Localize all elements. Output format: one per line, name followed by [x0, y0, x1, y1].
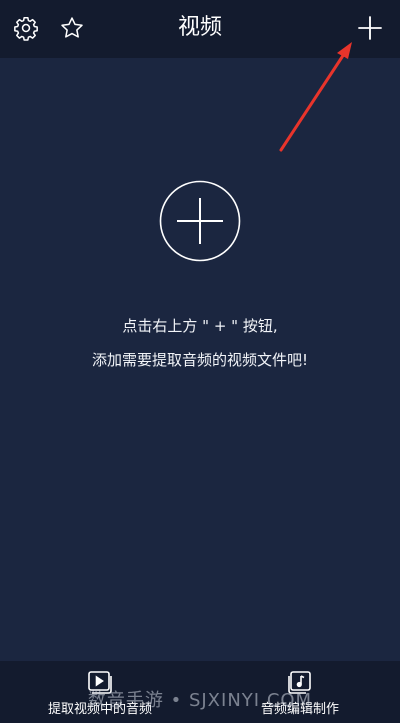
top-bar: 视频: [0, 0, 400, 58]
add-video-button[interactable]: [159, 180, 241, 262]
page-title: 视频: [177, 15, 222, 40]
hint-text-line1: 点击右上方 " + " 按钮,: [122, 317, 278, 335]
tab-label: 提取视频中的音频: [47, 702, 152, 717]
plus-icon: [358, 16, 382, 40]
add-button[interactable]: [356, 14, 384, 42]
hint-text-line2: 添加需要提取音频的视频文件吧!: [91, 351, 308, 369]
main-content: 点击右上方 " + " 按钮, 添加需要提取音频的视频文件吧!: [0, 58, 400, 661]
video-play-icon: [88, 671, 112, 694]
tab-extract-audio[interactable]: 提取视频中的音频: [0, 661, 200, 723]
tab-label: 音频编辑制作: [260, 702, 339, 717]
tab-audio-edit[interactable]: 音频编辑制作: [200, 661, 400, 723]
bottom-nav: 提取视频中的音频 音频编辑制作: [0, 661, 400, 723]
music-note-icon: [288, 671, 311, 694]
